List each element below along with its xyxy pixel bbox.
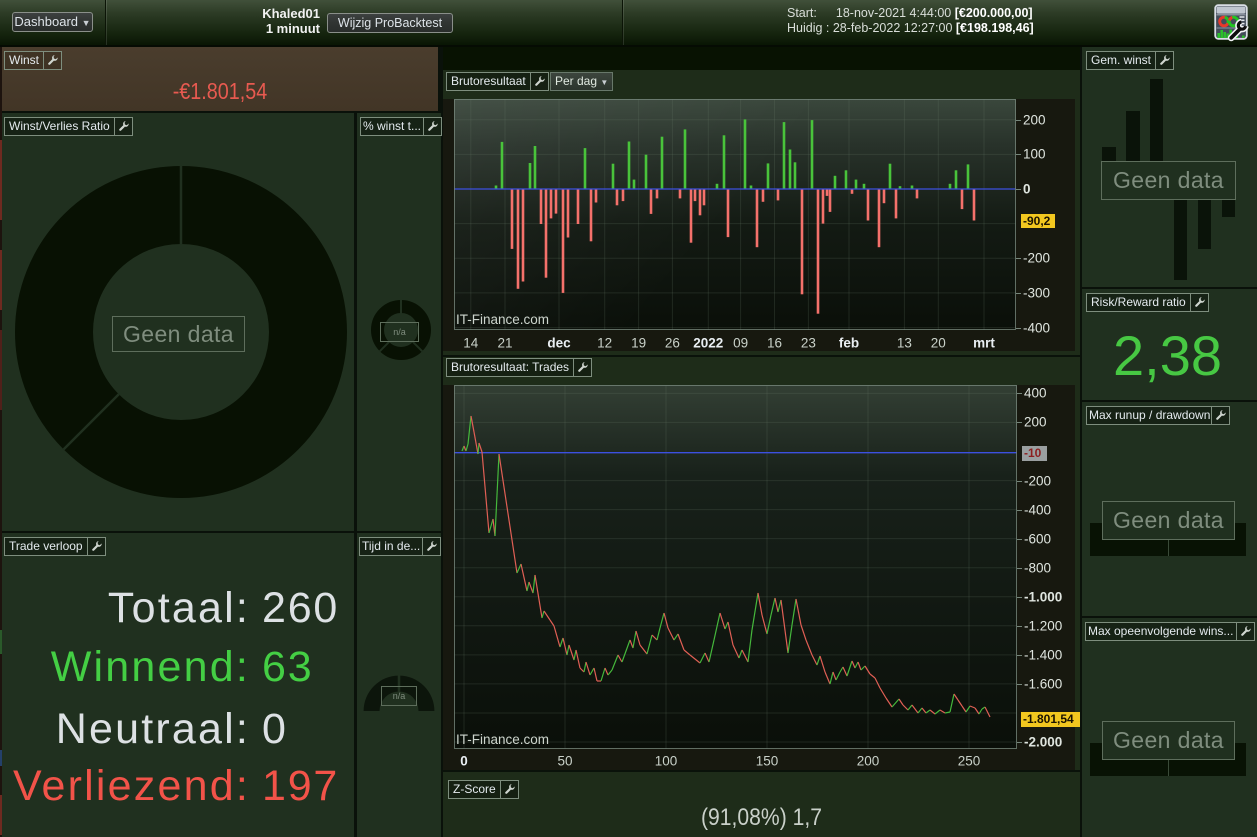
svg-text:IT-Finance.com: IT-Finance.com bbox=[456, 732, 549, 747]
svg-text:IT-Finance.com: IT-Finance.com bbox=[456, 312, 549, 327]
